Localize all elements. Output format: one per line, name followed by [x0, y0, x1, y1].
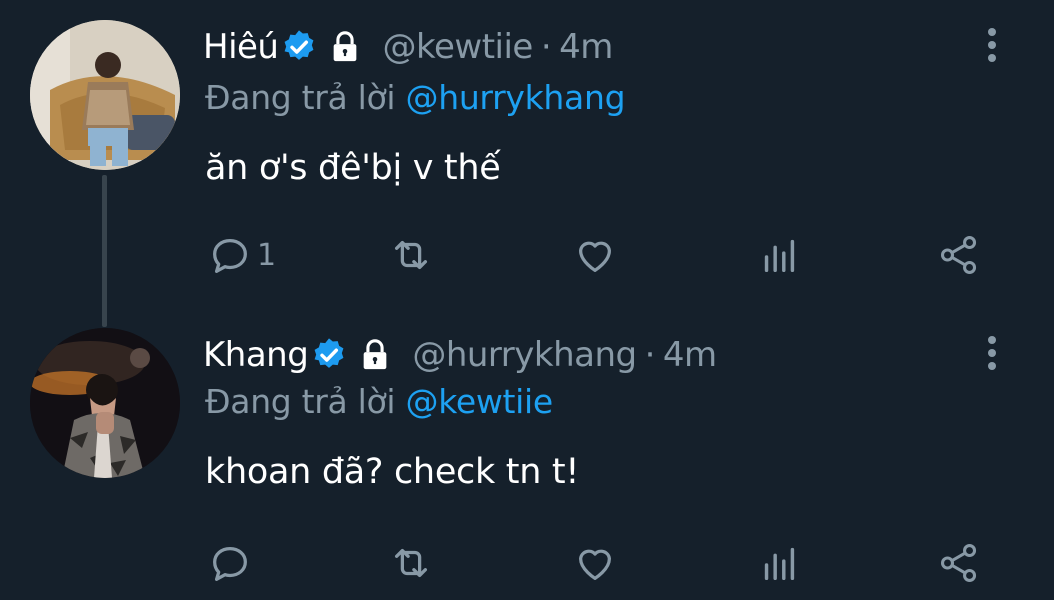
- mention-link[interactable]: @kewtiie: [406, 382, 554, 421]
- more-vertical-icon[interactable]: [982, 28, 1002, 68]
- share-icon: [940, 236, 977, 274]
- tweet[interactable]: Khang @hurrykhang · 4m Đang trả lời @kew…: [0, 300, 1054, 600]
- like-button[interactable]: [572, 540, 618, 586]
- avatar[interactable]: [30, 328, 180, 478]
- avatar[interactable]: [30, 20, 180, 170]
- tweet-text: ăn ơ's đê'bị v thế: [205, 148, 501, 188]
- replying-to-label: Đang trả lời: [205, 382, 396, 421]
- timestamp[interactable]: 4m: [663, 335, 717, 375]
- avatar-photo: [30, 328, 180, 478]
- reply-count: 1: [257, 237, 277, 273]
- display-name[interactable]: Khang: [203, 335, 309, 375]
- replying-to: Đang trả lời @hurrykhang: [205, 78, 626, 117]
- tweet-actions: [0, 540, 1054, 590]
- stats-icon: [764, 239, 795, 273]
- stats-icon: [764, 547, 795, 581]
- handle[interactable]: @hurrykhang: [412, 335, 637, 375]
- tweet-actions: 1: [0, 232, 1054, 282]
- retweet-icon: [394, 548, 428, 578]
- reply-button[interactable]: 1: [207, 232, 276, 278]
- retweet-button[interactable]: [388, 540, 434, 586]
- more-vertical-icon[interactable]: [982, 336, 1002, 376]
- separator-dot: ·: [540, 27, 552, 67]
- like-icon: [578, 549, 612, 580]
- tweet-header: Hiêú @kewtiie · 4m: [203, 22, 613, 72]
- stats-button[interactable]: [756, 540, 802, 586]
- share-button[interactable]: [936, 232, 982, 278]
- share-button[interactable]: [936, 540, 982, 586]
- verified-badge-icon: [314, 338, 344, 368]
- timestamp[interactable]: 4m: [559, 27, 613, 67]
- retweet-icon: [394, 240, 428, 270]
- avatar-photo: [30, 20, 180, 170]
- lock-icon: [363, 339, 387, 370]
- verified-badge-icon: [285, 30, 314, 60]
- replying-to-label: Đang trả lời: [205, 78, 396, 117]
- reply-icon: [213, 238, 247, 273]
- handle[interactable]: @kewtiie: [382, 27, 533, 67]
- like-icon: [578, 241, 612, 272]
- share-icon: [940, 544, 977, 582]
- display-name[interactable]: Hiêú: [203, 27, 279, 67]
- reply-button[interactable]: [207, 540, 257, 586]
- stats-button[interactable]: [756, 232, 802, 278]
- separator-dot: ·: [644, 335, 656, 375]
- replying-to: Đang trả lời @kewtiie: [205, 382, 553, 421]
- tweet[interactable]: Hiêú @kewtiie · 4m Đang trả lời @hurrykh…: [0, 0, 1054, 327]
- reply-icon: [213, 546, 247, 581]
- retweet-button[interactable]: [388, 232, 434, 278]
- tweet-header: Khang @hurrykhang · 4m: [203, 330, 717, 380]
- like-button[interactable]: [572, 232, 618, 278]
- tweet-text: khoan đã? check tn t!: [205, 452, 580, 492]
- mention-link[interactable]: @hurrykhang: [406, 78, 626, 117]
- lock-icon: [334, 31, 357, 62]
